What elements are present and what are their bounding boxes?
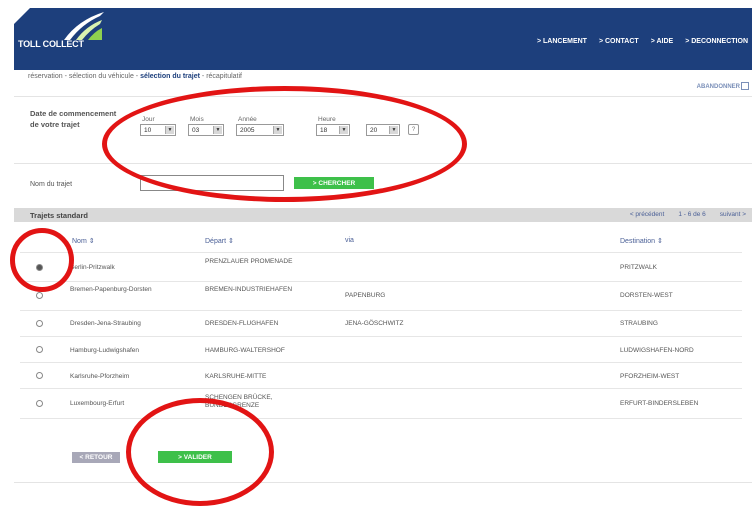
trip-depart: DRESDEN-FLUGHAFEN [205,320,279,327]
section-title: Trajets standard [30,211,88,220]
year-value: 2005 [240,126,255,134]
pager-prev-link[interactable]: < précédent [630,211,665,218]
trip-name: Berlin-Pritzwalk [70,264,115,271]
row-divider [20,418,742,419]
trip-name-input[interactable] [140,175,284,191]
breadcrumb-current: sélection du trajet [140,73,200,80]
abandon-icon[interactable] [741,82,749,90]
trip-name: Dresden-Jena-Straubing [70,320,141,327]
column-header-destination-label: Destination [620,238,656,245]
nav-launch-link[interactable]: > LANCEMENT [537,38,587,45]
row-divider [20,388,742,389]
nav-help-link[interactable]: > AIDE [651,38,674,45]
pager-range: 1 - 6 de 6 [678,211,706,218]
trip-name: Karlsruhe-Pforzheim [70,373,130,380]
row-divider [20,252,742,253]
hour-value: 18 [320,126,328,134]
minute-select[interactable]: 20 ▼ [366,124,400,136]
top-navigation: > LANCEMENT > CONTACT > AIDE > DECONNECT… [537,38,748,45]
divider [14,163,752,164]
trip-via: PAPENBURG [345,292,386,299]
trip-destination: PRITZWALK [620,264,657,271]
chevron-down-icon: ▼ [273,126,282,134]
column-header-depart-label: Départ [205,238,227,245]
row-divider [20,281,742,282]
column-header-depart[interactable]: Départ ⇕ [205,237,234,245]
trip-destination: DORSTEN-WEST [620,292,673,299]
trip-depart: PRENZLAUER PROMENADE [205,258,293,265]
trip-depart: BREMEN-INDUSTRIEHAFEN [205,286,293,293]
sort-icon: ⇕ [88,238,95,245]
trip-radio[interactable] [36,346,43,353]
breadcrumb-after: - récapitulatif [199,73,242,80]
trip-radio[interactable] [36,400,43,407]
breadcrumb-before: réservation - sélection du véhicule - [28,73,141,80]
back-button[interactable]: < RETOUR [72,452,120,463]
date-section-label: Date de commencement de votre trajet [30,109,117,129]
trip-depart: KARLSRUHE-MITTE [205,373,267,380]
year-label: Année [238,116,257,123]
trip-destination: ERFURT-BINDERSLEBEN [620,400,699,407]
divider [14,96,752,97]
pagination: < précédent 1 - 6 de 6 suivant > [630,211,746,218]
trip-radio[interactable] [36,320,43,327]
column-header-name[interactable]: Nom ⇕ [72,237,95,245]
pager-next-link[interactable]: suivant > [720,211,746,218]
row-divider [20,336,742,337]
annotation-circle [10,228,74,292]
trip-radio-selected[interactable] [36,264,43,271]
chevron-down-icon: ▼ [165,126,174,134]
day-value: 10 [144,126,152,134]
trip-destination: PFORZHEIM-WEST [620,373,680,380]
column-header-name-label: Nom [72,238,87,245]
breadcrumb: réservation - sélection du véhicule - sé… [28,73,242,80]
logo-text: TOLL COLLECT [18,39,84,49]
footer-divider [14,482,752,483]
month-value: 03 [192,126,200,134]
help-icon[interactable]: ? [408,124,419,135]
row-divider [20,310,742,311]
trip-depart: SCHENGEN BRÜCKE, BUNDESGRENZE [205,394,273,409]
time-label: Heure [318,116,336,123]
chevron-down-icon: ▼ [389,126,398,134]
validate-button[interactable]: > VALIDER [158,451,232,463]
search-button[interactable]: > CHERCHER [294,177,374,189]
column-header-destination[interactable]: Destination ⇕ [620,237,663,245]
trip-name: Hamburg-Ludwigshafen [70,347,140,354]
nav-logout-link[interactable]: > DECONNECTION [685,38,748,45]
trip-destination: LUDWIGSHAFEN-NORD [620,347,694,354]
row-divider [20,362,742,363]
hour-select[interactable]: 18 ▼ [316,124,350,136]
chevron-down-icon: ▼ [213,126,222,134]
abandon-link[interactable]: ABANDONNER [697,84,740,90]
month-label: Mois [190,116,204,123]
chevron-down-icon: ▼ [339,126,348,134]
trip-via: JENA-GÖSCHWITZ [345,320,404,327]
sort-icon: ⇕ [656,238,663,245]
trip-radio[interactable] [36,372,43,379]
column-header-via: via [345,237,354,244]
trip-name-label: Nom du trajet [30,181,73,188]
column-header-via-label: via [345,237,354,244]
trip-name: Luxembourg-Erfurt [70,400,125,407]
day-label: Jour [142,116,155,123]
trip-depart: HAMBURG-WALTERSHOF [205,347,285,354]
trip-destination: STRAUBING [620,320,658,327]
trip-name: Bremen-Papenburg-Dorsten [70,286,152,293]
year-select[interactable]: 2005 ▼ [236,124,284,136]
nav-contact-link[interactable]: > CONTACT [599,38,639,45]
day-select[interactable]: 10 ▼ [140,124,176,136]
minute-value: 20 [370,126,378,134]
trip-radio[interactable] [36,292,43,299]
month-select[interactable]: 03 ▼ [188,124,224,136]
sort-icon: ⇕ [227,238,234,245]
